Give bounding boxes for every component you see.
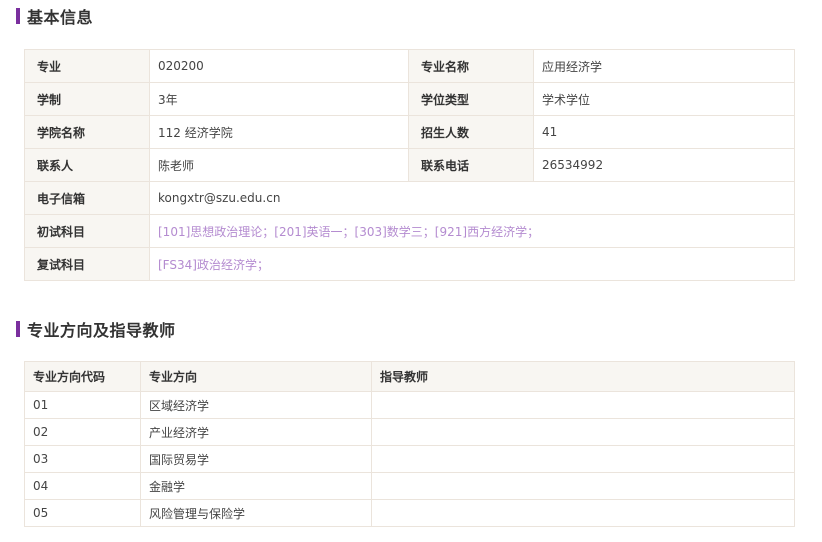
basic-info-row: 电子信箱 kongxtr@szu.edu.cn	[24, 181, 795, 215]
basic-info-row: 专业 020200 专业名称 应用经济学	[24, 49, 795, 83]
field-label-college: 学院名称	[24, 115, 150, 149]
retest-subjects-cell: [FS34]政治经济学；	[149, 247, 795, 281]
direction-name: 金融学	[140, 472, 372, 500]
field-label-prelim-subjects: 初试科目	[24, 214, 150, 248]
column-header-code: 专业方向代码	[24, 361, 141, 392]
field-label-major-code: 专业	[24, 49, 150, 83]
direction-advisor	[371, 499, 795, 527]
field-label-email: 电子信箱	[24, 181, 150, 215]
field-value-phone: 26534992	[533, 148, 795, 182]
field-label-major-name: 专业名称	[408, 49, 534, 83]
basic-info-row: 初试科目 [101]思想政治理论；[201]英语一；[303]数学三；[921]…	[24, 214, 795, 248]
field-value-enrollment: 41	[533, 115, 795, 149]
direction-name: 区域经济学	[140, 391, 372, 419]
table-row: 05 风险管理与保险学	[24, 499, 795, 527]
direction-advisor	[371, 418, 795, 446]
direction-name: 风险管理与保险学	[140, 499, 372, 527]
field-value-college: 112 经济学院	[149, 115, 409, 149]
field-label-retest-subjects: 复试科目	[24, 247, 150, 281]
direction-code: 01	[24, 391, 141, 419]
field-value-contact: 陈老师	[149, 148, 409, 182]
field-label-duration: 学制	[24, 82, 150, 116]
section-accent-bar	[16, 321, 20, 337]
direction-code: 02	[24, 418, 141, 446]
basic-info-row: 学制 3年 学位类型 学术学位	[24, 82, 795, 116]
table-row: 02 产业经济学	[24, 418, 795, 446]
direction-name: 产业经济学	[140, 418, 372, 446]
field-value-email: kongxtr@szu.edu.cn	[149, 181, 795, 215]
basic-info-row: 学院名称 112 经济学院 招生人数 41	[24, 115, 795, 149]
field-label-phone: 联系电话	[408, 148, 534, 182]
field-label-contact: 联系人	[24, 148, 150, 182]
column-header-direction: 专业方向	[140, 361, 372, 392]
table-row: 03 国际贸易学	[24, 445, 795, 473]
basic-info-table: 专业 020200 专业名称 应用经济学 学制 3年 学位类型 学术学位 学院名…	[24, 49, 795, 281]
section-title-directions: 专业方向及指导教师	[16, 319, 176, 340]
table-row: 04 金融学	[24, 472, 795, 500]
prelim-subjects-cell: [101]思想政治理论；[201]英语一；[303]数学三；[921]西方经济学…	[149, 214, 795, 248]
column-header-advisor: 指导教师	[371, 361, 795, 392]
direction-code: 03	[24, 445, 141, 473]
table-row: 01 区域经济学	[24, 391, 795, 419]
directions-table: 专业方向代码 专业方向 指导教师 01 区域经济学 02 产业经济学 03 国际…	[24, 361, 795, 527]
direction-advisor	[371, 445, 795, 473]
field-value-duration: 3年	[149, 82, 409, 116]
direction-advisor	[371, 391, 795, 419]
section-title-text: 专业方向及指导教师	[27, 321, 176, 340]
table-header-row: 专业方向代码 专业方向 指导教师	[24, 361, 795, 392]
basic-info-row: 复试科目 [FS34]政治经济学；	[24, 247, 795, 281]
basic-info-row: 联系人 陈老师 联系电话 26534992	[24, 148, 795, 182]
prelim-subjects-link[interactable]: [101]思想政治理论；[201]英语一；[303]数学三；[921]西方经济学…	[158, 225, 539, 239]
field-value-major-name: 应用经济学	[533, 49, 795, 83]
direction-advisor	[371, 472, 795, 500]
field-label-degree-type: 学位类型	[408, 82, 534, 116]
direction-code: 05	[24, 499, 141, 527]
direction-name: 国际贸易学	[140, 445, 372, 473]
field-value-major-code: 020200	[149, 49, 409, 83]
direction-code: 04	[24, 472, 141, 500]
field-label-enrollment: 招生人数	[408, 115, 534, 149]
section-accent-bar	[16, 8, 20, 24]
retest-subjects-link[interactable]: [FS34]政治经济学；	[158, 258, 269, 272]
section-title-text: 基本信息	[27, 8, 94, 27]
field-value-degree-type: 学术学位	[533, 82, 795, 116]
section-title-basic-info: 基本信息	[16, 6, 94, 27]
